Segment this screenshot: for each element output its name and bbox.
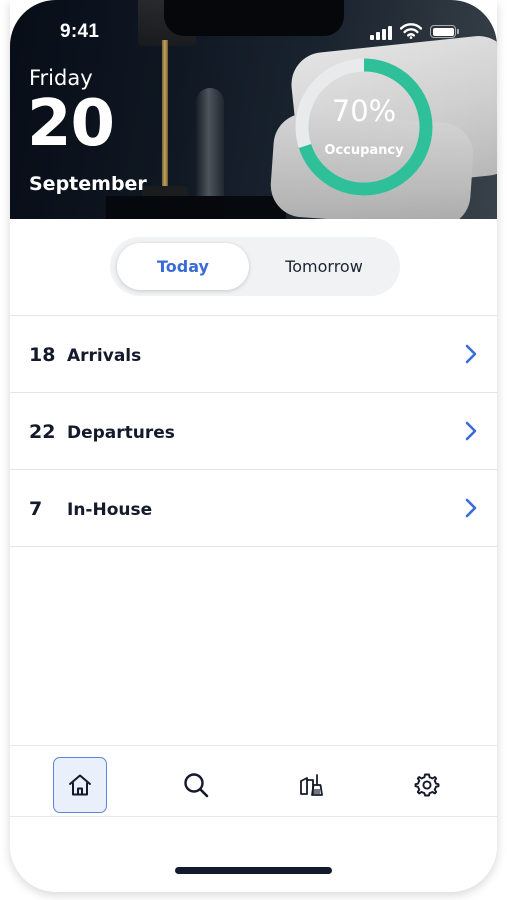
departures-label: Departures bbox=[67, 423, 175, 443]
list-item-in-house[interactable]: 7 In-House bbox=[10, 470, 497, 547]
chevron-right-icon bbox=[465, 498, 477, 518]
phone-frame: 9:41 Friday 20 September 70% Occupancy T… bbox=[10, 0, 497, 892]
battery-icon bbox=[430, 25, 459, 38]
tomorrow-segment-button[interactable]: Tomorrow bbox=[253, 243, 395, 290]
today-segment-button[interactable]: Today bbox=[117, 243, 249, 290]
gear-icon bbox=[414, 773, 440, 797]
date-month: September bbox=[29, 173, 147, 195]
summary-list: 18 Arrivals 22 Departures 7 In-House bbox=[10, 315, 497, 547]
tab-settings[interactable] bbox=[400, 757, 454, 813]
chevron-right-icon bbox=[465, 421, 477, 441]
arrivals-count: 18 bbox=[29, 344, 56, 366]
status-time: 9:41 bbox=[60, 21, 100, 42]
tab-home[interactable] bbox=[53, 757, 107, 813]
in-house-label: In-House bbox=[67, 500, 153, 520]
list-item-arrivals[interactable]: 18 Arrivals bbox=[10, 316, 497, 393]
arrivals-label: Arrivals bbox=[67, 346, 142, 366]
occupancy-label: Occupancy bbox=[324, 143, 404, 158]
occupancy-percent: 70% bbox=[331, 94, 397, 128]
bottom-tab-bar bbox=[10, 745, 497, 817]
chevron-right-icon bbox=[465, 344, 477, 364]
departures-count: 22 bbox=[29, 421, 56, 443]
tab-housekeeping[interactable] bbox=[284, 757, 338, 813]
camera-notch bbox=[164, 0, 344, 36]
in-house-count: 7 bbox=[29, 498, 43, 520]
home-indicator bbox=[175, 867, 332, 874]
home-icon bbox=[69, 774, 91, 796]
search-icon bbox=[184, 773, 209, 798]
wifi-icon bbox=[400, 23, 422, 39]
housekeeping-icon bbox=[300, 774, 323, 796]
header-hero: 9:41 Friday 20 September 70% Occupancy bbox=[10, 0, 497, 219]
list-item-departures[interactable]: 22 Departures bbox=[10, 393, 497, 470]
cellular-signal-icon bbox=[370, 26, 392, 40]
tab-search[interactable] bbox=[169, 757, 223, 813]
date-day-number: 20 bbox=[27, 87, 115, 161]
day-segmented-control: Today Tomorrow bbox=[110, 237, 400, 296]
